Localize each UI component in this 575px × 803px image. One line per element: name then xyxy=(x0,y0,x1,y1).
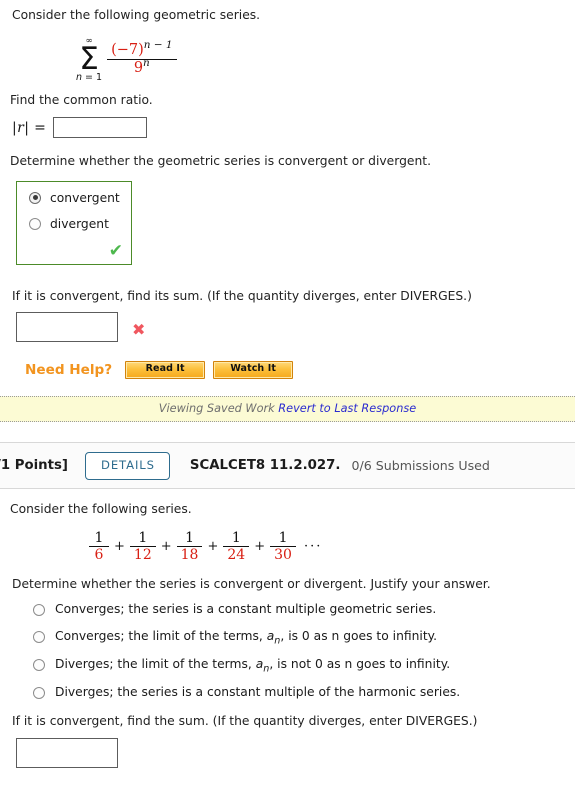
need-help-label: Need Help? xyxy=(25,362,113,379)
question-2-header: /1 Points] DETAILS SCALCET8 11.2.027. 0/… xyxy=(0,442,575,490)
operator-1: + xyxy=(114,539,125,555)
term-5-numerator: 1 xyxy=(278,530,288,547)
term-4-numerator: 1 xyxy=(231,530,241,547)
operator-3: + xyxy=(207,539,219,555)
question-1-prompt: Consider the following geometric series. xyxy=(12,8,261,22)
option-converges-geometric[interactable]: Converges; the series is a constant mult… xyxy=(10,602,565,617)
section-gap xyxy=(0,422,575,443)
option-3-post: , is not 0 as n goes to infinity. xyxy=(269,657,451,672)
option-diverges-harmonic[interactable]: Diverges; the series is a constant multi… xyxy=(10,685,565,700)
option-2-label: Converges; the limit of the terms, an, i… xyxy=(55,629,438,646)
series-fraction: (−7)n − 1 9n xyxy=(107,39,177,77)
sum-input[interactable] xyxy=(16,312,118,343)
term-2-numerator: 1 xyxy=(138,530,148,547)
series-ellipsis: ··· xyxy=(303,539,323,555)
choice-convergent-label: convergent xyxy=(50,190,120,205)
summation-operator: ∞ Σ n = 1 xyxy=(76,36,102,83)
common-ratio-row: |r| = xyxy=(10,117,565,139)
series-term-2: 1 12 xyxy=(129,530,156,564)
question-1-body: Consider the following geometric series.… xyxy=(0,0,575,380)
question-2-prompt: Consider the following series. xyxy=(10,502,192,517)
final-sum-input[interactable] xyxy=(16,738,118,769)
need-help-row: Need Help? Read It Watch It xyxy=(10,361,565,380)
fraction-numerator: (−7)n − 1 xyxy=(107,39,176,59)
series-term-1: 1 6 xyxy=(89,530,109,563)
series-term-4: 1 24 xyxy=(223,530,250,564)
option-4-label: Diverges; the series is a constant multi… xyxy=(55,684,461,699)
saved-work-banner: Viewing Saved Work Revert to Last Respon… xyxy=(0,396,575,423)
submissions-used: 0/6 Submissions Used xyxy=(351,458,490,474)
question-2-final-prompt: If it is convergent, find the sum. (If t… xyxy=(12,713,478,728)
term-5-denominator: 30 xyxy=(274,547,292,564)
convergence-choice-box: convergent divergent ✔ xyxy=(16,180,132,265)
cross-icon: ✖ xyxy=(132,320,146,340)
summation-lower-limit: n = 1 xyxy=(76,73,102,83)
fraction-denominator: 9n xyxy=(130,57,154,77)
question-1-determine-prompt: Determine whether the geometric series i… xyxy=(10,154,431,169)
term-3-denominator: 18 xyxy=(180,547,199,564)
term-2-denominator: 12 xyxy=(133,547,152,564)
radio-option-4[interactable] xyxy=(33,686,45,699)
question-2-justify-prompt: Determine whether the series is converge… xyxy=(12,576,491,591)
numerator-exponent: n − 1 xyxy=(143,39,173,52)
term-3-numerator: 1 xyxy=(185,530,195,547)
option-converges-limit-zero[interactable]: Converges; the limit of the terms, an, i… xyxy=(10,629,565,646)
common-ratio-input[interactable] xyxy=(53,117,148,139)
choice-divergent-label: divergent xyxy=(50,216,109,231)
saved-work-status: Viewing Saved Work xyxy=(158,402,275,416)
read-it-button[interactable]: Read It xyxy=(125,361,206,380)
watch-it-button[interactable]: Watch It xyxy=(213,361,294,380)
operator-2: + xyxy=(160,539,172,555)
numerator-base: (−7) xyxy=(111,42,144,59)
radio-option-2[interactable] xyxy=(33,631,45,644)
choice-convergent[interactable]: convergent xyxy=(17,191,131,205)
question-2-body: Consider the following series. 1 6 + 1 1… xyxy=(0,489,575,769)
revert-to-last-response-link[interactable]: Revert to Last Response xyxy=(278,402,416,415)
choice-result-row: ✔ xyxy=(17,240,131,261)
radio-divergent[interactable] xyxy=(29,217,41,230)
summation-index-eq: = 1 xyxy=(82,72,103,84)
radio-option-1[interactable] xyxy=(33,603,45,616)
option-2-pre: Converges; the limit of the terms, xyxy=(55,629,267,644)
geometric-series-formula: ∞ Σ n = 1 (−7)n − 1 9n xyxy=(76,36,565,84)
operator-4: + xyxy=(254,539,266,555)
checkmark-icon: ✔ xyxy=(108,240,123,261)
question-1-sum-row: ✖ xyxy=(10,312,565,343)
option-3-label: Diverges; the limit of the terms, an, is… xyxy=(55,657,451,674)
radio-option-3[interactable] xyxy=(33,659,45,672)
term-4-denominator: 24 xyxy=(227,547,246,564)
option-3-pre: Diverges; the limit of the terms, xyxy=(55,657,256,672)
question-1-sum-prompt: If it is convergent, find its sum. (If t… xyxy=(12,288,472,303)
question-2-final-row xyxy=(10,738,565,769)
abs-close-equals: | = xyxy=(24,119,47,136)
denominator-exponent: n xyxy=(143,57,150,70)
points-label: /1 Points] xyxy=(0,458,68,474)
radio-convergent[interactable] xyxy=(29,191,41,204)
choice-divergent[interactable]: divergent xyxy=(17,217,131,231)
details-button[interactable]: DETAILS xyxy=(85,452,170,480)
term-1-denominator: 6 xyxy=(94,547,104,564)
option-diverges-limit-nonzero[interactable]: Diverges; the limit of the terms, an, is… xyxy=(10,657,565,674)
common-ratio-prompt: Find the common ratio. xyxy=(10,92,153,107)
series-term-5: 1 30 xyxy=(270,530,296,563)
harmonic-series-expression: 1 6 + 1 12 + 1 18 + 1 24 + 1 30 ··· xyxy=(88,530,565,564)
sigma-icon: Σ xyxy=(79,40,99,77)
option-2-post: , is 0 as n goes to infinity. xyxy=(280,629,438,644)
term-1-numerator: 1 xyxy=(94,530,104,547)
denominator-base: 9 xyxy=(133,60,144,77)
question-2-options: Converges; the series is a constant mult… xyxy=(10,602,565,700)
common-ratio-label: |r| = xyxy=(12,120,46,136)
option-1-label: Converges; the series is a constant mult… xyxy=(55,601,437,616)
question-code: SCALCET8 11.2.027. xyxy=(189,458,341,474)
series-term-3: 1 18 xyxy=(176,530,203,564)
